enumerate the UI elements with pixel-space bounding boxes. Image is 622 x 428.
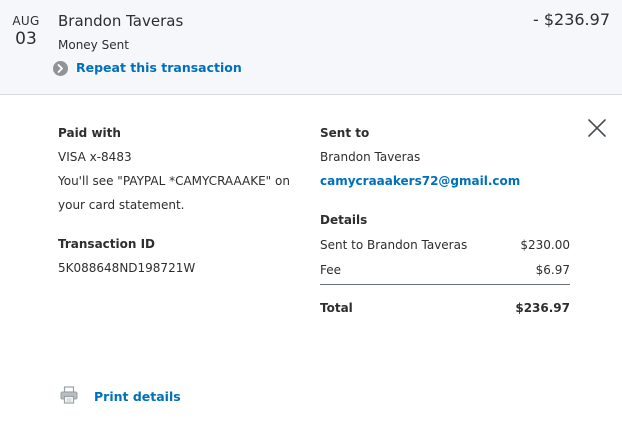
sent-to-heading: Sent to bbox=[320, 126, 370, 140]
print-details-label: Print details bbox=[94, 389, 181, 404]
transaction-status: Money Sent bbox=[58, 38, 129, 52]
repeat-transaction-label: Repeat this transaction bbox=[76, 60, 242, 75]
recipient-email-link[interactable]: camycraaakers72@gmail.com bbox=[320, 173, 520, 189]
recipient-name: Brandon Taveras bbox=[58, 12, 184, 30]
sent-to-name: Brandon Taveras bbox=[320, 150, 421, 164]
date-day: 03 bbox=[15, 29, 37, 49]
details-row-value: $6.97 bbox=[535, 263, 570, 277]
printer-icon bbox=[60, 386, 78, 408]
details-divider bbox=[320, 284, 570, 285]
details-heading: Details bbox=[320, 213, 368, 227]
close-icon[interactable] bbox=[587, 118, 607, 138]
paid-with-heading: Paid with bbox=[58, 126, 121, 140]
transaction-amount: - $236.97 bbox=[532, 10, 610, 29]
chevron-right-icon bbox=[53, 60, 68, 76]
payment-card: VISA x-8483 bbox=[58, 150, 132, 164]
transaction-id: 5K088648ND198721W bbox=[58, 261, 196, 275]
details-row: Fee $6.97 bbox=[320, 262, 570, 278]
print-details-link[interactable]: Print details bbox=[60, 386, 181, 408]
transaction-id-heading: Transaction ID bbox=[58, 237, 156, 251]
total-value: $236.97 bbox=[515, 301, 570, 315]
transaction-date: AUG 03 bbox=[10, 14, 42, 50]
details-row: Sent to Brandon Taveras $230.00 bbox=[320, 237, 570, 253]
statement-note-line2: your card statement. bbox=[58, 198, 185, 212]
transaction-header: AUG 03 Brandon Taveras Money Sent - $236… bbox=[0, 0, 622, 95]
details-row-label: Fee bbox=[320, 263, 342, 277]
date-month: AUG bbox=[12, 14, 40, 28]
repeat-transaction-link[interactable]: Repeat this transaction bbox=[53, 60, 242, 76]
total-label: Total bbox=[320, 301, 353, 315]
statement-note-line1: You'll see "PAYPAL *CAMYCRAAAKE" on bbox=[58, 174, 290, 188]
details-total-row: Total $236.97 bbox=[320, 300, 570, 316]
details-row-value: $230.00 bbox=[520, 238, 570, 252]
details-row-label: Sent to Brandon Taveras bbox=[320, 238, 468, 252]
